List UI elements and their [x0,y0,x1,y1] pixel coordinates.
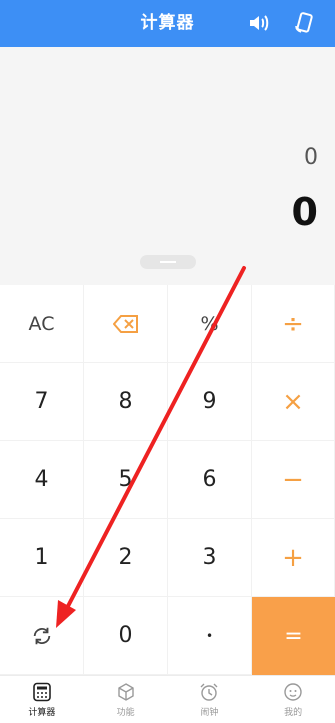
tab-alarm[interactable]: 闹钟 [168,676,252,723]
speaker-icon[interactable] [246,11,270,35]
profile-face-icon [284,683,302,701]
tab-calculator[interactable]: 计算器 [0,676,84,723]
switch-mode-button[interactable] [0,597,84,675]
clear-button[interactable]: AC [0,285,84,363]
calculator-icon [33,682,51,702]
app-title: 计算器 [140,13,195,33]
digit-7-button[interactable]: 7 [0,363,84,441]
multiply-button[interactable]: × [252,363,335,441]
percent-button[interactable]: % [168,285,252,363]
add-button[interactable]: + [252,519,335,597]
calculator-display: 0 0 [0,47,335,285]
backspace-icon [112,314,138,333]
tab-functions-label: 功能 [116,708,135,718]
digit-8-button[interactable]: 8 [84,363,168,441]
digit-6-button[interactable]: 6 [168,441,252,519]
digit-4-button[interactable]: 4 [0,441,84,519]
digit-0-button[interactable]: 0 [84,597,168,675]
rotate-screen-icon[interactable] [293,11,317,35]
digit-9-button[interactable]: 9 [168,363,252,441]
tab-profile[interactable]: 我的 [251,676,335,723]
digit-1-button[interactable]: 1 [0,519,84,597]
divide-button[interactable]: ÷ [252,285,335,363]
display-drag-handle[interactable] [140,255,196,269]
digit-5-button[interactable]: 5 [84,441,168,519]
expression-text: 0 [304,145,318,170]
cube-icon [117,683,134,701]
backspace-button[interactable] [84,285,168,363]
tab-calculator-label: 计算器 [28,708,56,718]
app-header: 计算器 [0,0,335,47]
refresh-icon [33,627,50,644]
equals-button[interactable]: = [252,597,335,675]
subtract-button[interactable]: − [252,441,335,519]
alarm-clock-icon [200,683,218,701]
keypad: AC % ÷ 7 8 9 × 4 5 6 − 1 2 3 + 0 • = [0,285,335,675]
result-text: 0 [291,190,318,234]
decimal-point-button[interactable]: • [168,597,252,675]
bottom-tab-bar: 计算器 功能 闹钟 我的 [0,675,335,723]
tab-functions[interactable]: 功能 [84,676,168,723]
digit-3-button[interactable]: 3 [168,519,252,597]
digit-2-button[interactable]: 2 [84,519,168,597]
tab-profile-label: 我的 [284,708,303,718]
tab-alarm-label: 闹钟 [200,708,219,718]
